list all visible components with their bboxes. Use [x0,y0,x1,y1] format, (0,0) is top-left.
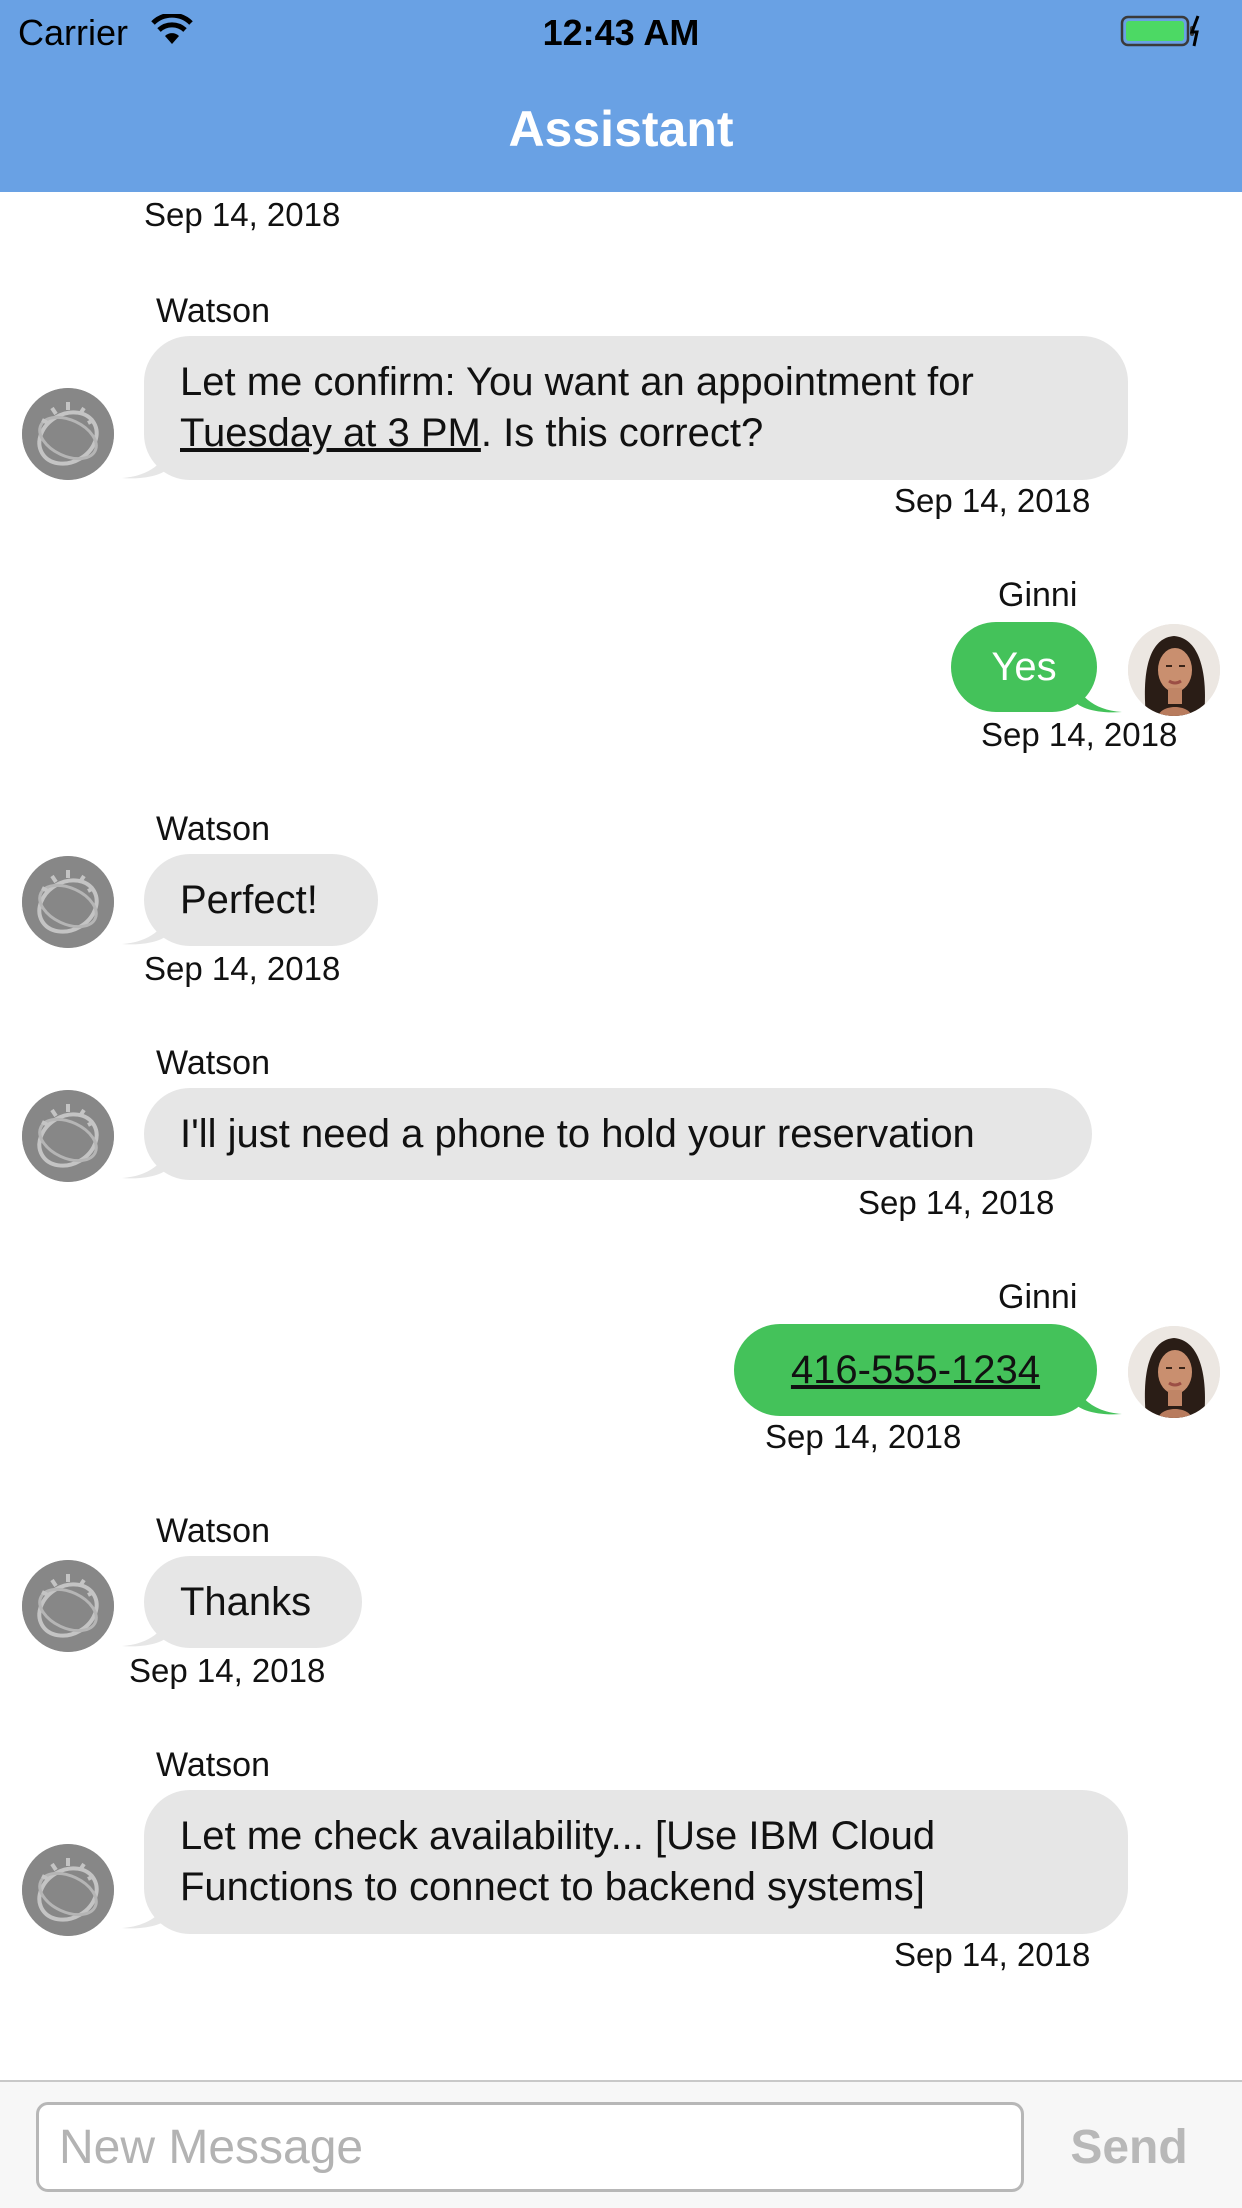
battery-icon [1120,15,1200,47]
message-text: Perfect! [180,877,318,922]
message-text: Let me check availability... [Use IBM Cl… [180,1814,936,1909]
phone-number-link[interactable]: 416-555-1234 [791,1345,1040,1396]
charging-bolt-icon [1189,15,1200,47]
message-timestamp: Sep 14, 2018 [144,196,341,233]
ginni-avatar [1128,1326,1220,1418]
message-bubble[interactable]: Thanks [144,1556,362,1648]
message-list[interactable]: Sep 14, 2018 Watson Let me confirm: You … [0,0,1242,2080]
date-link[interactable]: Tuesday at 3 PM [180,411,481,455]
message-timestamp: Sep 14, 2018 [765,1418,962,1455]
message-bubble[interactable]: Yes [951,622,1097,712]
message-timestamp: Sep 14, 2018 [894,482,1091,519]
message-composer: Send [0,2080,1242,2208]
ginni-avatar [1128,624,1220,716]
sender-name: Ginni [998,576,1078,614]
message-bubble[interactable]: Let me confirm: You want an appointment … [144,336,1128,480]
sender-name: Watson [156,810,271,848]
status-time: 12:43 AM [542,12,700,53]
sender-name: Watson [156,1044,271,1082]
watson-avatar [22,388,114,480]
sender-name: Watson [156,1512,271,1550]
message-text: Yes [991,644,1057,689]
page-title: Assistant [508,101,734,157]
new-message-input[interactable] [36,2102,1024,2192]
message-bubble[interactable]: I'll just need a phone to hold your rese… [144,1088,1092,1180]
message-timestamp: Sep 14, 2018 [858,1184,1055,1221]
status-bar: Carrier 12:43 AM [0,0,1242,62]
watson-avatar [22,1560,114,1652]
sender-name: Watson [156,1746,271,1784]
chat-screen: Sep 14, 2018 Watson Let me confirm: You … [0,0,1242,2208]
message-timestamp: Sep 14, 2018 [129,1652,326,1689]
message-bubble[interactable]: Let me check availability... [Use IBM Cl… [144,1790,1128,1934]
message-text: I'll just need a phone to hold your rese… [180,1111,975,1156]
navigation-header: Carrier 12:43 AM Assistant [0,0,1242,192]
message-text: Thanks [180,1579,312,1624]
send-button[interactable]: Send [1044,2102,1214,2192]
message-bubble[interactable]: Perfect! [144,854,378,946]
watson-avatar [22,856,114,948]
message-timestamp: Sep 14, 2018 [981,716,1178,753]
watson-avatar [22,1090,114,1182]
message-timestamp: Sep 14, 2018 [144,950,341,987]
message-timestamp: Sep 14, 2018 [894,1936,1091,1973]
sender-name: Watson [156,292,271,330]
watson-avatar [22,1844,114,1936]
message-text: Let me confirm: You want an appointment … [180,360,974,455]
message-bubble[interactable]: 416-555-1234 [734,1324,1097,1416]
sender-name: Ginni [998,1278,1078,1316]
